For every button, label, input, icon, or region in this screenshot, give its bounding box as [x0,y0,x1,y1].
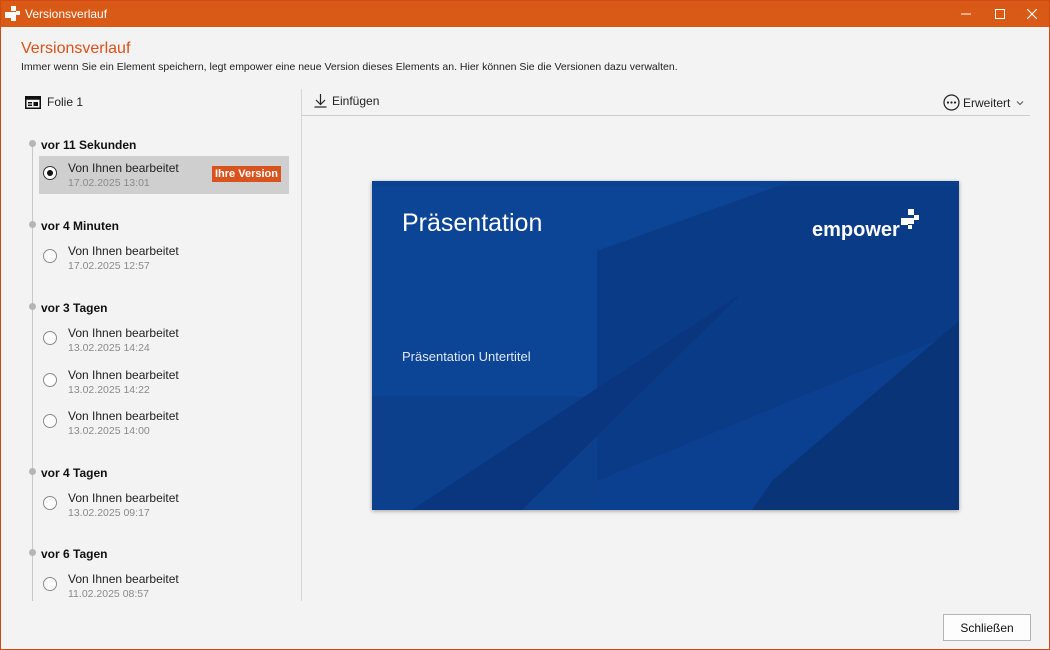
minimize-button[interactable] [949,1,983,27]
group-label: vor 11 Sekunden [41,138,137,152]
chevron-down-icon [1016,100,1024,105]
version-history-window: Versionsverlauf Versionsverlauf Immer we… [0,0,1050,650]
slide-label: Folie 1 [47,95,84,109]
advanced-label: Erweitert [963,95,1011,110]
version-radio[interactable] [43,373,57,387]
version-author: Von Ihnen bearbeitet [68,368,179,382]
title-bar: Versionsverlauf [1,1,1049,27]
version-radio[interactable] [43,331,57,345]
version-date: 17.02.2025 12:57 [68,260,150,272]
version-author: Von Ihnen bearbeitet [68,161,179,175]
version-author: Von Ihnen bearbeitet [68,409,179,423]
timeline-dot [29,468,36,475]
panel-divider [301,89,302,601]
version-entry[interactable]: Von Ihnen bearbeitet 11.02.2025 08:57 [39,567,289,605]
group-label: vor 3 Tagen [41,301,108,315]
version-radio[interactable] [43,577,57,591]
version-entry[interactable]: Von Ihnen bearbeitet 13.02.2025 14:00 [39,404,289,442]
version-entry[interactable]: Von Ihnen bearbeitet 13.02.2025 14:24 [39,321,289,359]
version-author: Von Ihnen bearbeitet [68,491,179,505]
window-title: Versionsverlauf [25,7,108,21]
empower-app-icon [5,6,20,21]
version-author: Von Ihnen bearbeitet [68,326,179,340]
version-author: Von Ihnen bearbeitet [68,244,179,258]
version-entry[interactable]: Von Ihnen bearbeitet 13.02.2025 09:17 [39,486,289,524]
timeline-dot [29,221,36,228]
close-window-button[interactable] [1015,1,1049,27]
group-label: vor 4 Minuten [41,219,120,233]
current-version-badge: Ihre Version [212,166,281,182]
advanced-menu-button[interactable]: Erweitert [943,94,1028,111]
insert-label: Einfügen [332,94,380,108]
slide-preview: Präsentation Präsentation Untertitel emp… [372,181,959,510]
page-title: Versionsverlauf [21,40,131,57]
version-entry[interactable]: Von Ihnen bearbeitet 17.02.2025 13:01 Ih… [39,156,289,194]
version-date: 17.02.2025 13:01 [68,177,150,189]
slide-selector[interactable]: Folie 1 [25,95,83,109]
group-label: vor 4 Tagen [41,466,108,480]
timeline-dot [29,303,36,310]
version-date: 11.02.2025 08:57 [68,588,149,600]
version-radio[interactable] [43,249,57,263]
empower-logo: empower [812,209,921,242]
toolbar-divider [301,115,1030,116]
download-arrow-icon [314,94,327,108]
insert-button[interactable]: Einfügen [314,94,379,108]
group-label: vor 6 Tagen [41,547,108,561]
page-description: Immer wenn Sie ein Element speichern, le… [21,61,678,73]
version-date: 13.02.2025 09:17 [68,507,150,519]
version-radio[interactable] [43,414,57,428]
more-options-icon [943,94,960,111]
version-radio[interactable] [43,166,57,180]
version-date: 13.02.2025 14:00 [68,425,150,437]
timeline-dot [29,140,36,147]
logo-text: empower [812,219,900,241]
minimize-icon [961,13,971,15]
version-author: Von Ihnen bearbeitet [68,572,179,586]
version-radio[interactable] [43,496,57,510]
timeline-line [32,143,33,601]
maximize-button[interactable] [983,1,1017,27]
slide-title: Präsentation [402,209,543,237]
version-date: 13.02.2025 14:24 [68,342,150,354]
logo-mark-icon [900,209,919,229]
version-entry[interactable]: Von Ihnen bearbeitet 13.02.2025 14:22 [39,363,289,401]
version-date: 13.02.2025 14:22 [68,384,150,396]
timeline-dot [29,549,36,556]
close-button[interactable]: Schließen [943,614,1031,641]
version-entry[interactable]: Von Ihnen bearbeitet 17.02.2025 12:57 [39,239,289,277]
slide-icon [25,95,41,109]
maximize-icon [995,9,1005,19]
close-icon [1027,9,1037,19]
slide-subtitle: Präsentation Untertitel [402,349,531,364]
